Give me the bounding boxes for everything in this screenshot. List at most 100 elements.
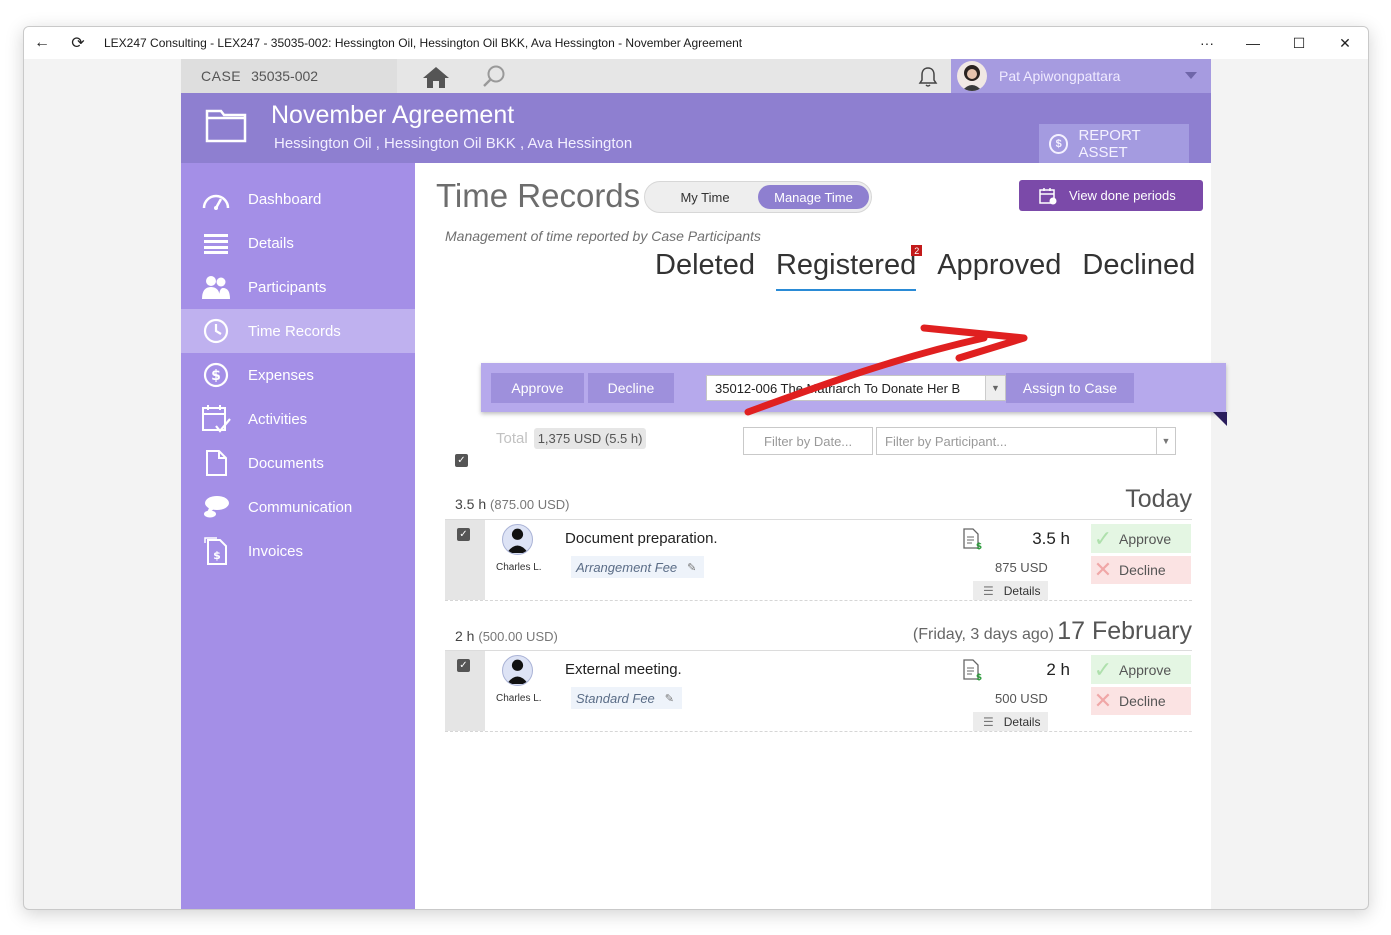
record-hours: 2 h [1046,660,1070,679]
sidebar-item-label: Participants [248,278,327,296]
sidebar-item-label: Activities [248,410,308,428]
menu-icon: ☰ [983,583,994,598]
sidebar-item-communication[interactable]: Communication [181,485,415,529]
details-button[interactable]: ☰ Details [973,712,1048,731]
avatar [502,524,533,555]
check-icon: ✓ [1093,656,1113,682]
sidebar-item-expenses[interactable]: $ Expenses [181,353,415,397]
sidebar-item-invoices[interactable]: $ Invoices [181,529,415,573]
menu-icon: ☰ [983,714,994,729]
chevron-down-icon[interactable]: ▼ [985,376,1005,400]
sidebar-item-documents[interactable]: Documents [181,441,415,485]
assign-to-case-button[interactable]: Assign to Case [1006,373,1134,403]
minimize-icon[interactable]: — [1230,27,1276,59]
record-amount: 875 USD [995,560,1048,575]
pencil-icon[interactable]: ✎ [665,692,674,705]
group-date: Today [1125,485,1192,513]
search-icon[interactable] [481,64,507,90]
approve-button[interactable]: ✓ Approve [1091,655,1191,684]
select-all-checkbox[interactable]: ✓ [455,454,468,467]
fee-type[interactable]: Standard Fee ✎ [571,687,682,709]
sidebar-item-time-records[interactable]: Time Records [181,309,415,353]
avatar [957,61,987,91]
group-total: 2 h (500.00 USD) [455,628,558,644]
group-relative-date: (Friday, 3 days ago) [912,626,1054,643]
more-icon[interactable]: ··· [1184,27,1230,59]
svg-text:$: $ [211,368,221,384]
fee-label: Arrangement Fee [576,559,678,575]
filter-date-input[interactable]: Filter by Date... [743,427,873,455]
row-checkbox[interactable]: ✓ [457,659,470,672]
approve-button[interactable]: ✓ Approve [1091,524,1191,553]
approve-label: Approve [1119,661,1172,678]
tab-registered-label: Registered [775,249,917,281]
fee-type[interactable]: Arrangement Fee ✎ [571,556,705,578]
sidebar-item-participants[interactable]: Participants [181,265,415,309]
fee-label: Standard Fee [576,690,655,706]
clock-icon [201,316,231,346]
cross-icon: ✕ [1093,688,1113,713]
avatar [502,655,533,686]
chevron-down-icon[interactable]: ▼ [1156,428,1175,454]
sidebar-item-label: Documents [248,454,324,472]
time-record-row: ✓ Charles L. External meeting. Standard … [445,650,1192,732]
sidebar-item-label: Dashboard [248,190,322,208]
billing-document-icon[interactable]: $ [961,659,983,681]
bell-icon[interactable] [916,65,940,89]
approve-label: Approve [1119,530,1172,547]
toggle-manage-time[interactable]: Manage Time [758,185,869,209]
case-label: CASE [201,68,242,84]
billing-document-icon[interactable]: $ [961,528,983,550]
time-record-row: ✓ Charles L. Document preparation. Arran… [445,519,1192,601]
row-checkbox[interactable]: ✓ [457,528,470,541]
sidebar-item-activities[interactable]: Activities [181,397,415,441]
invoice-icon: $ [201,536,231,566]
dashboard-icon [201,184,231,214]
case-select[interactable]: 35012-006 The Matriarch To Donate Her B … [706,375,1006,401]
svg-text:$: $ [213,549,221,562]
case-number: 35035-002 [251,68,319,84]
chevron-down-icon[interactable] [1185,72,1197,79]
close-icon[interactable]: ✕ [1322,27,1368,59]
decline-button[interactable]: ✕ Decline [1091,687,1191,715]
group-amount: (875.00 USD) [490,497,570,512]
folder-icon [205,109,247,143]
calendar-icon [1039,187,1057,204]
dollar-icon: $ [1049,133,1069,154]
report-asset-button[interactable]: $ REPORT ASSET [1039,124,1189,163]
bulk-approve-button[interactable]: Approve [491,373,584,403]
group-hours: 2 h [455,628,475,644]
back-arrow-icon[interactable]: ← [24,27,60,59]
bulk-decline-button[interactable]: Decline [588,373,674,403]
tab-approved[interactable]: Approved [937,249,1061,291]
participant-name: Charles L. [496,693,542,704]
user-name: Pat Apiwongpattara [999,68,1121,84]
view-done-periods-button[interactable]: View done periods [1019,180,1203,211]
home-icon[interactable] [421,65,451,89]
filter-participant-placeholder: Filter by Participant... [885,433,1008,449]
tab-deleted[interactable]: Deleted [655,249,755,291]
total-summary: Total 1,375 USD (5.5 h) [496,428,647,449]
refresh-icon[interactable]: ⟳ [60,27,96,59]
group-date: 17 February [1057,617,1192,645]
tab-registered[interactable]: Registered 2 [775,245,923,291]
decline-label: Decline [1119,562,1166,578]
user-menu[interactable]: Pat Apiwongpattara [951,59,1211,93]
group-amount: (500.00 USD) [478,629,558,644]
sidebar-item-label: Communication [248,498,353,516]
maximize-icon[interactable]: ☐ [1276,27,1322,59]
details-button[interactable]: ☰ Details [973,581,1048,600]
toggle-my-time[interactable]: My Time [655,185,755,209]
sidebar-item-dashboard[interactable]: Dashboard [181,177,415,221]
sidebar-item-label: Expenses [248,366,314,384]
decline-label: Decline [1119,693,1166,709]
sidebar-item-label: Time Records [248,322,341,340]
total-label: Total [496,430,528,447]
sidebar-item-details[interactable]: Details [181,221,415,265]
details-label: Details [1003,583,1041,598]
tab-declined[interactable]: Declined [1082,249,1195,291]
app-window: ← ⟳ LEX247 Consulting - LEX247 - 35035-0… [23,26,1369,910]
decline-button[interactable]: ✕ Decline [1091,556,1191,584]
filter-participant-input[interactable]: Filter by Participant... ▼ [876,427,1176,455]
pencil-icon[interactable]: ✎ [687,561,696,574]
